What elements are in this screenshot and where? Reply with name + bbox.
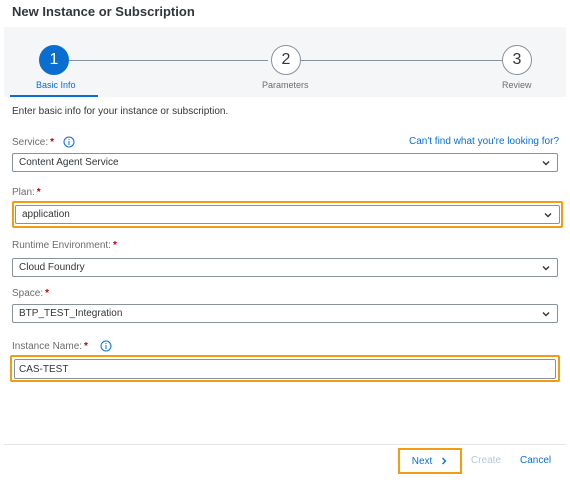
dialog-title: New Instance or Subscription [12, 4, 195, 19]
service-label: Service: * [12, 136, 75, 148]
instance-name-label: Instance Name: * [12, 340, 112, 352]
service-select[interactable]: Content Agent Service [12, 153, 558, 172]
cancel-button[interactable]: Cancel [520, 455, 551, 466]
service-label-text: Service: [12, 136, 49, 148]
instance-name-label-text: Instance Name: [12, 340, 83, 352]
step-3-label: Review [502, 80, 532, 90]
runtime-select[interactable]: Cloud Foundry [12, 258, 558, 277]
required-mark: * [36, 187, 41, 198]
space-select[interactable]: BTP_TEST_Integration [12, 304, 558, 323]
step-3-circle[interactable]: 3 [502, 45, 532, 75]
chevron-down-icon [541, 158, 551, 171]
intro-text: Enter basic info for your instance or su… [12, 106, 229, 117]
space-label: Space: * [12, 288, 49, 299]
plan-value: application [22, 209, 70, 220]
step-1-circle[interactable]: 1 [39, 45, 69, 75]
required-mark: * [50, 136, 55, 148]
footer-divider [4, 444, 566, 445]
chevron-down-icon [543, 210, 553, 223]
create-button[interactable]: Create [471, 455, 501, 466]
service-value: Content Agent Service [19, 157, 119, 168]
next-label: Next [411, 455, 433, 467]
info-icon[interactable] [63, 136, 75, 148]
plan-label-text: Plan: [12, 187, 35, 198]
plan-label: Plan: * [12, 187, 41, 198]
active-step-indicator [10, 95, 98, 97]
info-icon[interactable] [100, 340, 112, 352]
next-button[interactable]: Next [398, 448, 462, 474]
plan-select[interactable]: application [15, 205, 560, 224]
runtime-value: Cloud Foundry [19, 262, 85, 273]
chevron-down-icon [541, 309, 551, 322]
step-2-label: Parameters [262, 80, 309, 90]
step-2-circle[interactable]: 2 [271, 45, 301, 75]
required-mark: * [112, 240, 117, 251]
required-mark: * [45, 288, 50, 299]
cant-find-link[interactable]: Can't find what you're looking for? [409, 136, 559, 147]
step-connector [69, 60, 268, 61]
required-mark: * [84, 340, 88, 352]
space-value: BTP_TEST_Integration [19, 308, 123, 319]
instance-name-input[interactable] [14, 359, 556, 379]
runtime-label: Runtime Environment: * [12, 240, 117, 251]
runtime-label-text: Runtime Environment: [12, 240, 111, 251]
space-label-text: Space: [12, 288, 44, 299]
chevron-right-icon [440, 456, 448, 466]
chevron-down-icon [541, 263, 551, 276]
step-connector [301, 60, 502, 61]
step-1-label: Basic Info [36, 80, 76, 90]
